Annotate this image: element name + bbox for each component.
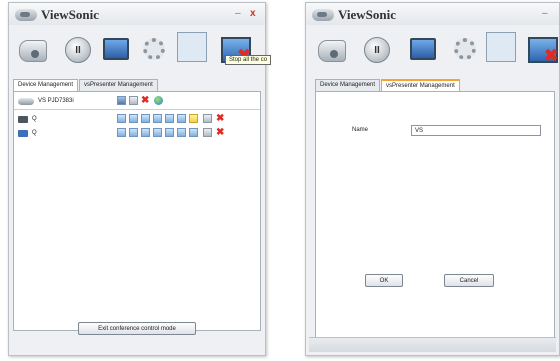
- split-slot-icon[interactable]: [177, 128, 186, 137]
- computer-icon: [18, 129, 28, 137]
- minimize-button[interactable]: –: [235, 9, 241, 19]
- divider: [14, 109, 260, 110]
- minimize-button[interactable]: –: [542, 9, 548, 19]
- ok-button[interactable]: OK: [365, 274, 403, 287]
- camera-icon[interactable]: [318, 40, 346, 62]
- device-label: Q: [32, 116, 37, 122]
- page-icon[interactable]: [129, 96, 138, 105]
- title-bar: ViewSonic – x: [9, 3, 265, 25]
- tooltip: Stop all the co: [225, 55, 272, 65]
- split-slot-icon[interactable]: [189, 128, 198, 137]
- split-slot-icon[interactable]: [165, 114, 174, 123]
- brand-name: ViewSonic: [41, 7, 100, 22]
- settings-gear-icon[interactable]: [454, 38, 476, 60]
- device-label: VS PJD7383i: [38, 98, 74, 104]
- name-field[interactable]: VS: [411, 125, 541, 136]
- brand: ViewSonic: [312, 7, 396, 23]
- name-label: Name: [352, 127, 369, 133]
- pause-icon[interactable]: II: [65, 37, 91, 63]
- right-window: ViewSonic – II ✖ Device Management vsPre…: [305, 2, 560, 356]
- split-slot-icon[interactable]: [141, 128, 150, 137]
- monitor-icon[interactable]: [410, 38, 436, 60]
- highlight-slot-icon[interactable]: [189, 114, 198, 123]
- split-slot-icon[interactable]: [141, 114, 150, 123]
- device-label: Q: [32, 130, 37, 136]
- viewsonic-logo-icon: [312, 9, 334, 21]
- monitor-icon[interactable]: [103, 38, 129, 60]
- camera-icon[interactable]: [19, 40, 47, 62]
- quad-split-icon[interactable]: [486, 32, 516, 62]
- cancel-button[interactable]: Cancel: [444, 274, 494, 287]
- quad-split-icon[interactable]: [177, 32, 207, 62]
- delete-icon[interactable]: ✖: [216, 114, 224, 124]
- split-slot-icon[interactable]: [129, 114, 138, 123]
- split-slot-icon[interactable]: [153, 114, 162, 123]
- delete-icon[interactable]: ✖: [141, 96, 149, 106]
- stop-x-icon: ✖: [544, 46, 559, 65]
- globe-icon[interactable]: [154, 96, 163, 105]
- projector-icon: [18, 97, 34, 105]
- title-bar: ViewSonic –: [306, 3, 559, 25]
- vspresenter-panel: Name VS OK Cancel: [315, 91, 555, 341]
- settings-gear-icon[interactable]: [143, 38, 165, 60]
- close-button[interactable]: x: [250, 9, 256, 19]
- toolbar: II ✖ Stop all the co: [9, 27, 272, 69]
- screen-icon[interactable]: [117, 96, 126, 105]
- device-panel: VS PJD7383i ✖ Q ✖ Q ✖ Exit conference co…: [13, 91, 261, 335]
- pause-icon[interactable]: II: [364, 37, 390, 63]
- status-bar: [309, 337, 556, 352]
- delete-icon[interactable]: ✖: [216, 128, 224, 138]
- viewsonic-logo-icon: [15, 9, 37, 21]
- left-window: ViewSonic – x II ✖ Stop all the co Devic…: [8, 2, 272, 356]
- tab-bar: Device Management vsPresenter Management: [315, 79, 461, 92]
- split-slot-icon[interactable]: [129, 128, 138, 137]
- brand: ViewSonic: [15, 7, 99, 23]
- toolbar: II ✖: [306, 27, 559, 69]
- tab-device-management[interactable]: Device Management: [315, 79, 381, 91]
- computer-icon: [18, 115, 28, 123]
- split-slot-icon[interactable]: [177, 114, 186, 123]
- split-slot-icon[interactable]: [165, 128, 174, 137]
- page-icon[interactable]: [203, 114, 212, 123]
- split-slot-icon[interactable]: [153, 128, 162, 137]
- split-slot-icon[interactable]: [117, 128, 126, 137]
- page-icon[interactable]: [203, 128, 212, 137]
- tab-bar: Device Management vsPresenter Management: [13, 79, 159, 92]
- exit-conference-button[interactable]: Exit conference control mode: [78, 322, 196, 335]
- split-slot-icon[interactable]: [117, 114, 126, 123]
- brand-name: ViewSonic: [338, 7, 397, 22]
- tab-vspresenter-management[interactable]: vsPresenter Management: [79, 79, 158, 91]
